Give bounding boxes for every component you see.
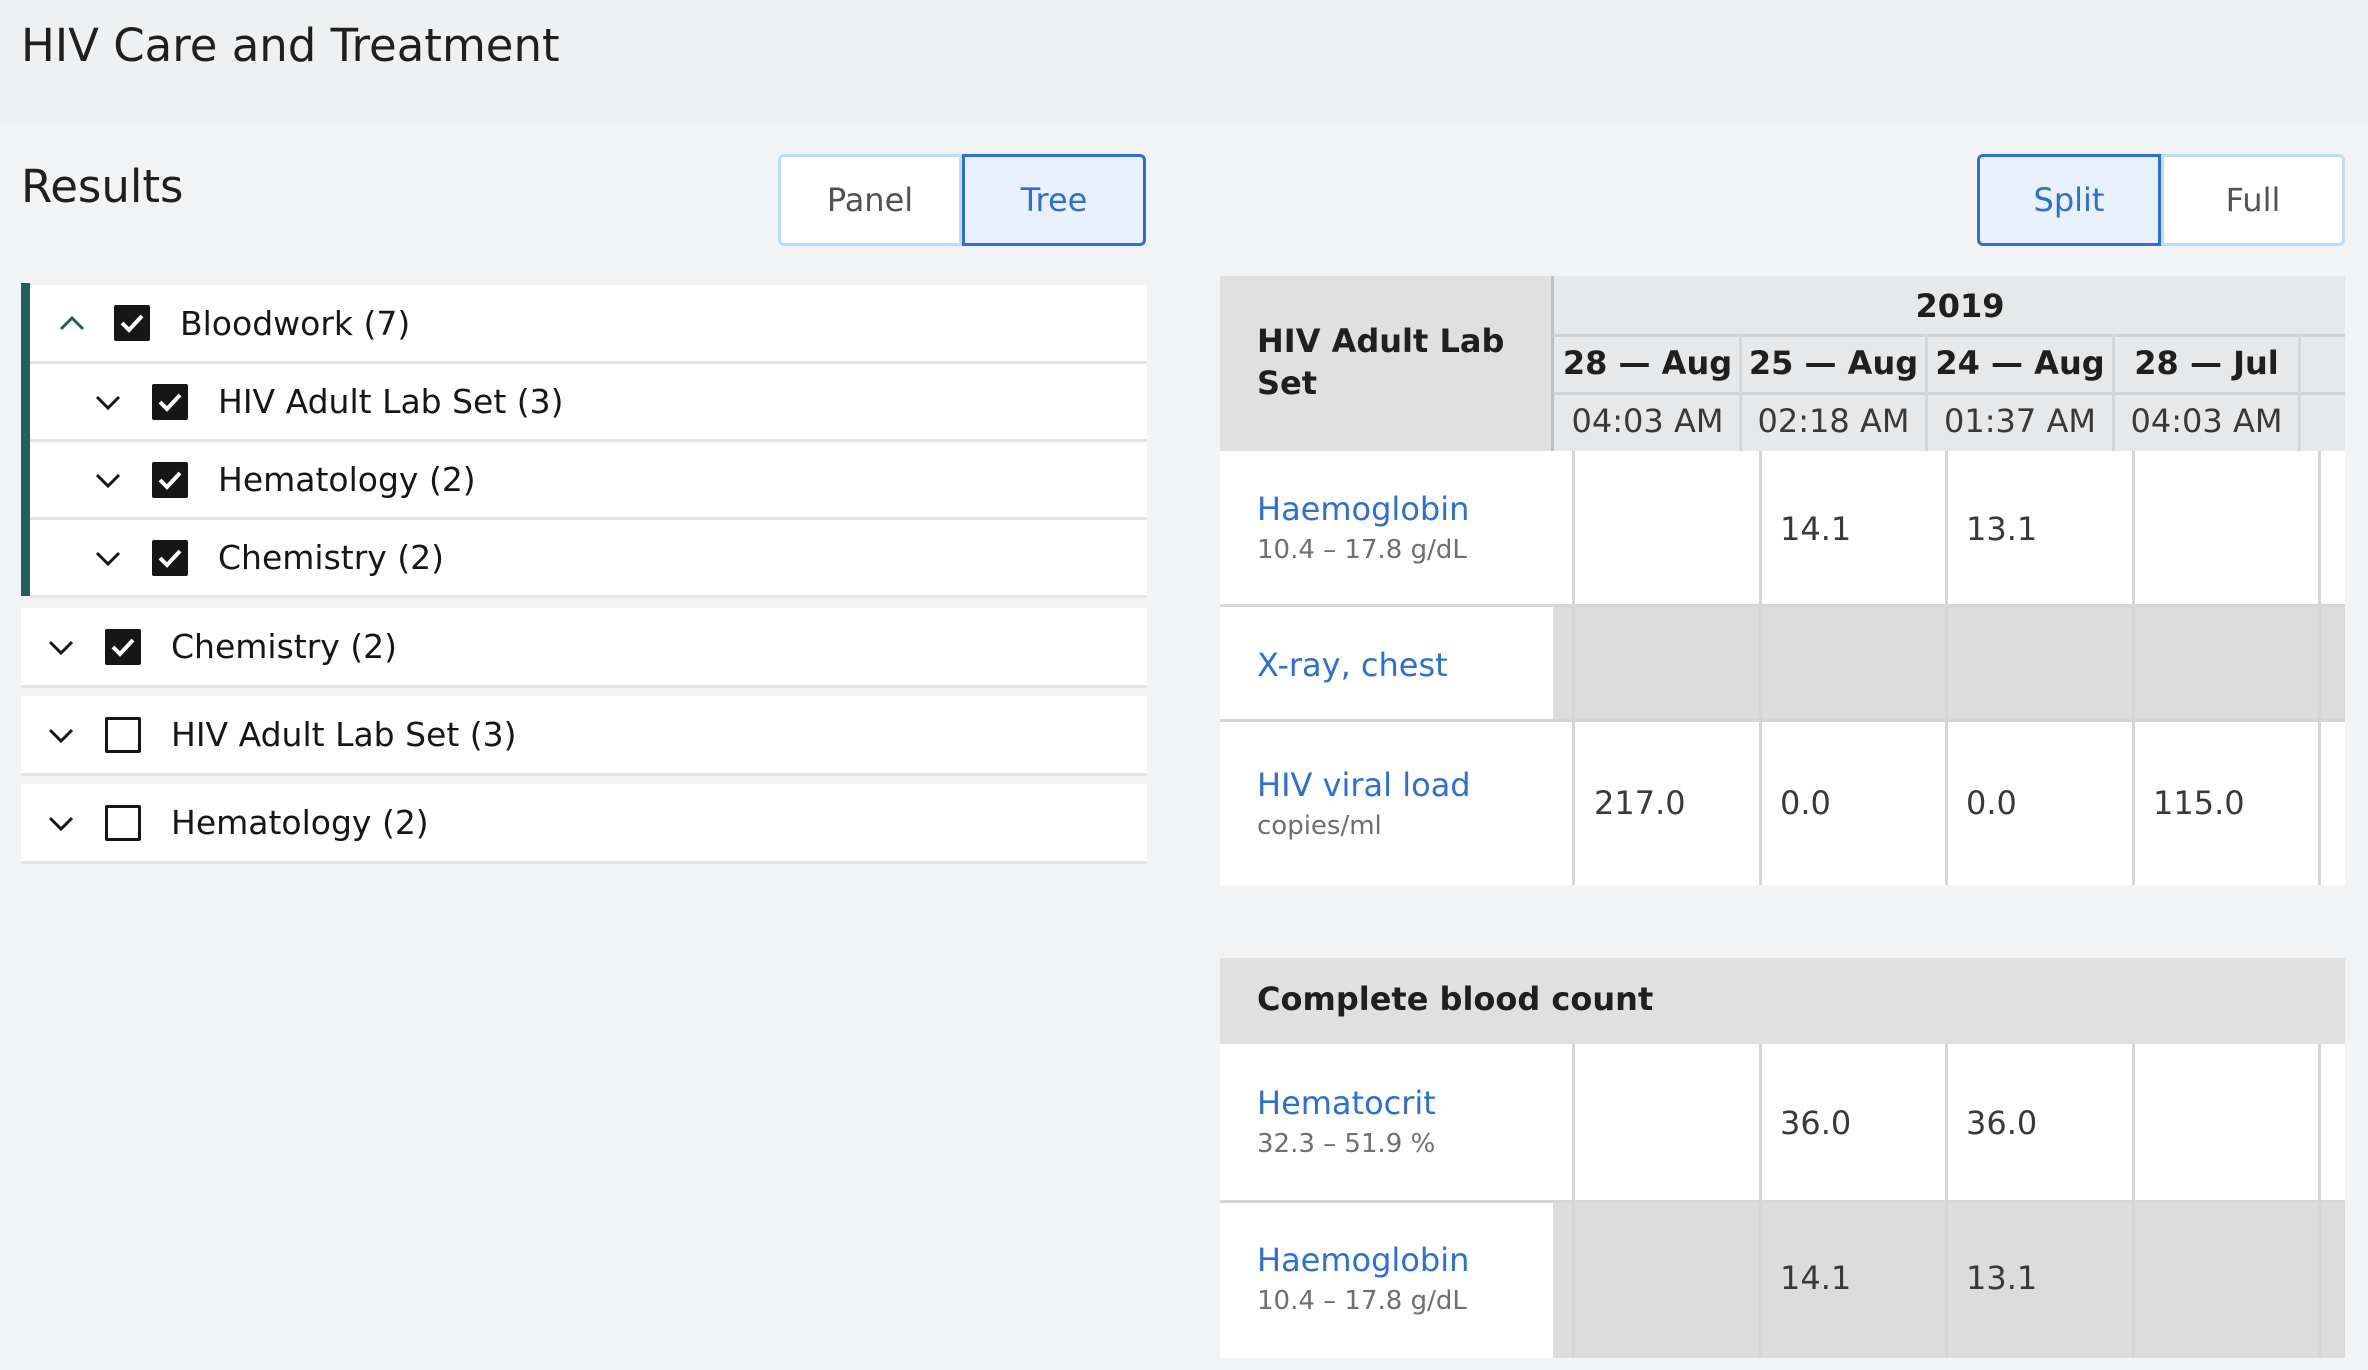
column-time: 04:03 AM [1571, 402, 1724, 440]
tree-item-label: Chemistry (2) [171, 627, 398, 666]
checkbox-checked-icon[interactable] [152, 383, 188, 420]
chevron-down-icon[interactable] [41, 715, 81, 755]
page-title: HIV Care and Treatment [21, 19, 560, 72]
column-date: 24 — Aug [1935, 344, 2105, 382]
tree-item-label: Chemistry (2) [218, 538, 445, 577]
tree-item-label: Bloodwork (7) [180, 303, 411, 343]
result-value: 36.0 [1966, 1104, 2038, 1142]
result-value: 217.0 [1594, 784, 1686, 822]
test-name-link[interactable]: X-ray, chest [1257, 646, 1448, 684]
tree-item-chemistry[interactable]: Chemistry (2) [30, 520, 1147, 598]
results-title: Results [21, 160, 184, 213]
test-name-link[interactable]: Haemoglobin [1257, 1241, 1469, 1279]
result-value: 115.0 [2153, 784, 2245, 822]
chevron-down-icon[interactable] [41, 627, 81, 667]
results-panel-hiv-adult-lab-set: HIV Adult Lab Set 2019 28 — Aug 25 — Aug… [1220, 276, 2345, 885]
result-value: 14.1 [1780, 510, 1852, 548]
result-value: 13.1 [1966, 510, 2038, 548]
checkbox-unchecked-icon[interactable] [105, 716, 141, 753]
checkbox-checked-icon[interactable] [105, 628, 141, 665]
test-name-link[interactable]: Hematocrit [1257, 1084, 1436, 1122]
chevron-down-icon[interactable] [88, 460, 128, 500]
tree-item-hematology[interactable]: Hematology (2) [21, 784, 1147, 864]
column-time: 02:18 AM [1757, 402, 1910, 440]
panel-view-button[interactable]: Panel [778, 154, 962, 246]
chevron-up-icon[interactable] [52, 303, 92, 343]
chevron-down-icon[interactable] [88, 382, 128, 422]
column-date: 28 — Aug [1562, 344, 1733, 382]
tree-selected-indicator [21, 283, 30, 596]
test-reference-range: 10.4 – 17.8 g/dL [1257, 1286, 1467, 1316]
full-view-button[interactable]: Full [2161, 154, 2345, 246]
tree-item-hiv-adult-lab-set[interactable]: HIV Adult Lab Set (3) [30, 364, 1147, 442]
tree-item-bloodwork[interactable]: Bloodwork (7) [30, 285, 1147, 364]
tree-item-label: Hematology (2) [218, 460, 476, 499]
tree-item-hiv-adult-lab-set[interactable]: HIV Adult Lab Set (3) [21, 696, 1147, 776]
test-name-link[interactable]: HIV viral load [1257, 766, 1471, 804]
result-value: 14.1 [1780, 1259, 1852, 1297]
tree-item-hematology[interactable]: Hematology (2) [30, 442, 1147, 520]
checkbox-checked-icon[interactable] [152, 539, 188, 576]
table-row-shaded [1553, 607, 2345, 719]
test-reference-range: 10.4 – 17.8 g/dL [1257, 535, 1467, 565]
tree-item-label: HIV Adult Lab Set (3) [171, 715, 517, 754]
chevron-down-icon[interactable] [88, 538, 128, 578]
tree-item-label: Hematology (2) [171, 803, 429, 842]
test-name-link[interactable]: Haemoglobin [1257, 490, 1469, 528]
column-time: 04:03 AM [2130, 402, 2283, 440]
chevron-down-icon[interactable] [41, 803, 81, 843]
result-value: 0.0 [1966, 784, 2017, 822]
result-value: 0.0 [1780, 784, 1831, 822]
test-reference-range: copies/ml [1257, 811, 1382, 841]
checkbox-unchecked-icon[interactable] [105, 804, 141, 841]
checkbox-checked-icon[interactable] [152, 461, 188, 498]
table-row-shaded [1553, 1203, 2345, 1358]
panel-title: Complete blood count [1257, 980, 1654, 1018]
checkbox-checked-icon[interactable] [114, 305, 150, 341]
result-value: 36.0 [1780, 1104, 1852, 1142]
year-header: 2019 [1915, 287, 2005, 325]
tree-item-chemistry[interactable]: Chemistry (2) [21, 608, 1147, 688]
results-panel-complete-blood-count: Complete blood count Hematocrit 32.3 – 5… [1220, 958, 2345, 1358]
tree-view-button[interactable]: Tree [962, 154, 1146, 246]
panel-title: HIV Adult Lab Set [1257, 322, 1505, 402]
layout-toggle: Split Full [1977, 154, 2345, 246]
column-date: 28 — Jul [2134, 344, 2279, 382]
result-value: 13.1 [1966, 1259, 2038, 1297]
split-view-button[interactable]: Split [1977, 154, 2161, 246]
column-time: 01:37 AM [1944, 402, 2096, 440]
column-date: 25 — Aug [1748, 344, 1919, 382]
view-toggle: Panel Tree [778, 154, 1146, 246]
tree-item-label: HIV Adult Lab Set (3) [218, 382, 564, 421]
test-reference-range: 32.3 – 51.9 % [1257, 1129, 1436, 1159]
